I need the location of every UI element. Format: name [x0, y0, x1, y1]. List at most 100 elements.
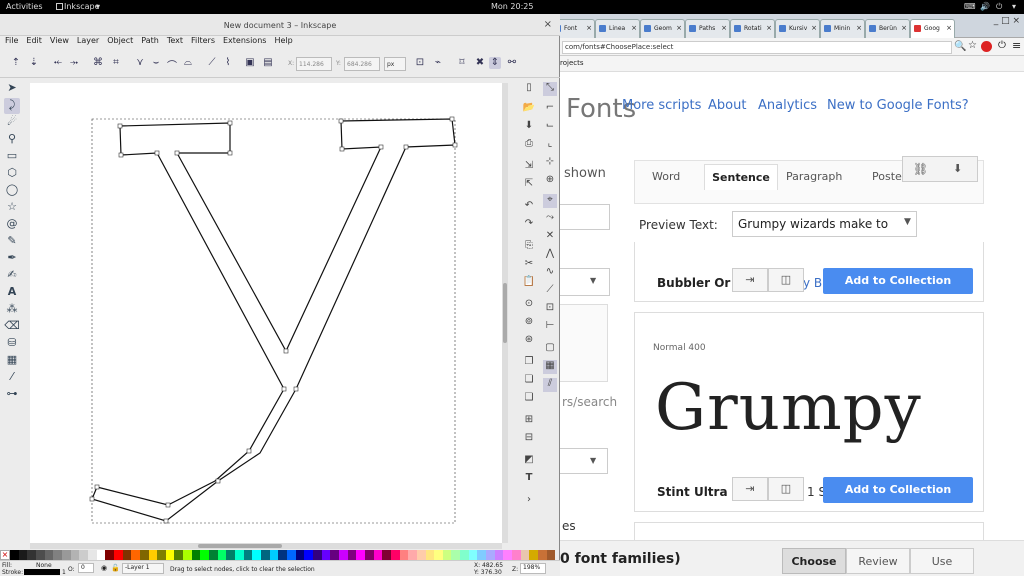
close-window-icon[interactable]: × [1012, 16, 1020, 26]
zoom-page-icon[interactable]: ⊛ [522, 334, 536, 348]
color-swatch[interactable] [261, 550, 270, 560]
color-swatch[interactable] [27, 550, 36, 560]
color-swatch[interactable] [503, 550, 513, 560]
color-swatch[interactable] [174, 550, 184, 560]
snap-bbox-edge-icon[interactable]: ⌙ [543, 120, 557, 134]
color-swatch[interactable] [477, 550, 487, 560]
snap-midpoints-icon[interactable]: ⟋ [543, 284, 557, 298]
quick-use-icon[interactable]: ⇥ [732, 268, 768, 292]
snap-bbox-icon[interactable]: ⌐ [543, 102, 557, 116]
color-swatch[interactable] [434, 550, 443, 560]
color-swatch[interactable] [416, 550, 426, 560]
color-swatch[interactable] [18, 550, 28, 560]
selector-tool-icon[interactable]: ➤ [4, 81, 20, 97]
clone-icon[interactable]: ❏ [522, 374, 536, 388]
show-mask-icon[interactable]: ⌑ [456, 57, 468, 69]
color-swatch[interactable] [53, 550, 62, 560]
nav-new-to-google-fonts[interactable]: New to Google Fonts? [827, 98, 969, 113]
group-icon[interactable]: ⊞ [522, 414, 536, 428]
dropdown-arrow-icon[interactable]: ▼ [590, 456, 596, 465]
snap-bbox-center-icon[interactable]: ⊕ [543, 174, 557, 188]
paste-icon[interactable]: 📋 [522, 276, 536, 290]
show-outline-icon[interactable]: ⇕ [489, 57, 501, 69]
link-icon[interactable]: ⛓ [913, 162, 928, 176]
eraser-tool-icon[interactable]: ⌫ [4, 319, 20, 335]
vertical-scrollbar[interactable] [502, 83, 508, 543]
horizontal-scroll-thumb[interactable] [198, 544, 282, 548]
close-tab-icon[interactable]: × [856, 24, 862, 32]
keyboard-icon[interactable]: ⌨ [964, 2, 976, 11]
color-swatch[interactable] [312, 550, 322, 560]
color-swatch[interactable] [209, 550, 218, 560]
no-paint-swatch[interactable]: × [0, 550, 10, 560]
nav-more-scripts[interactable]: More scripts [622, 98, 701, 113]
pop-out-icon[interactable]: ◫ [768, 477, 804, 501]
node-tool-icon[interactable]: ⤸ [4, 98, 20, 114]
dropdown-arrow-icon[interactable]: ▼ [904, 217, 911, 227]
menu-layer[interactable]: Layer [77, 36, 99, 45]
color-swatch[interactable] [295, 550, 305, 560]
color-swatch[interactable] [191, 550, 201, 560]
next-path-effect-icon[interactable]: ⚯ [506, 57, 518, 69]
gradient-tool-icon[interactable]: ▦ [4, 353, 20, 369]
review-step[interactable]: Review [846, 548, 910, 574]
color-swatch[interactable] [235, 550, 244, 560]
browser-tab[interactable]: Berün × [865, 19, 910, 38]
color-swatch[interactable] [373, 550, 383, 560]
color-swatch[interactable] [87, 550, 97, 560]
color-swatch[interactable] [287, 550, 296, 560]
save-icon[interactable]: ⬇ [522, 120, 536, 134]
tab-poster[interactable]: Poste [872, 164, 902, 190]
3d-box-tool-icon[interactable]: ⬡ [4, 166, 20, 182]
tweak-tool-icon[interactable]: ☄ [4, 115, 20, 131]
volume-icon[interactable]: 🔊 [980, 2, 990, 11]
color-swatch[interactable] [105, 550, 114, 560]
color-swatch[interactable] [425, 550, 435, 560]
rectangle-tool-icon[interactable]: ▭ [4, 149, 20, 165]
browser-tab-active[interactable]: Goog × [910, 19, 955, 38]
break-path-icon[interactable]: ⤞ [68, 57, 80, 69]
menu-filters[interactable]: Filters [191, 36, 215, 45]
color-swatch[interactable] [61, 550, 71, 560]
stroke-width-value[interactable]: 1 [62, 569, 66, 576]
browser-tab[interactable]: Paths × [685, 19, 730, 38]
close-tab-icon[interactable]: × [676, 24, 682, 32]
layer-select[interactable]: -Layer 1 [122, 563, 164, 574]
snap-centers-icon[interactable]: ⊡ [543, 302, 557, 316]
color-swatch[interactable] [35, 550, 45, 560]
calligraphy-tool-icon[interactable]: ✍ [4, 268, 20, 284]
snap-bbox-midpoint-icon[interactable]: ⊹ [543, 156, 557, 170]
color-swatch[interactable] [304, 550, 313, 560]
close-tab-icon[interactable]: × [946, 24, 952, 32]
extension-icon[interactable] [981, 41, 992, 52]
color-swatch[interactable] [148, 550, 158, 560]
text-tool-icon[interactable]: A [4, 285, 20, 301]
spray-tool-icon[interactable]: ⁂ [4, 302, 20, 318]
cusp-node-icon[interactable]: ⋎ [134, 57, 146, 69]
color-swatch[interactable] [139, 550, 149, 560]
filter-select-partial[interactable] [560, 268, 610, 296]
add-to-collection-button[interactable]: Add to Collection [823, 477, 973, 503]
color-swatch[interactable] [408, 550, 417, 560]
close-tab-icon[interactable]: × [766, 24, 772, 32]
minimize-icon[interactable]: _ [994, 16, 999, 26]
snap-bbox-corner-icon[interactable]: ⌞ [543, 138, 557, 152]
color-swatch[interactable] [364, 550, 374, 560]
bookmark-item[interactable]: rojects [560, 59, 584, 67]
redo-icon[interactable]: ↷ [522, 218, 536, 232]
smooth-node-icon[interactable]: ⌣ [150, 57, 162, 69]
import-icon[interactable]: ⇲ [522, 160, 536, 174]
color-swatch[interactable] [217, 550, 227, 560]
color-swatch[interactable] [79, 550, 88, 560]
fill-stroke-icon[interactable]: ◩ [522, 454, 536, 468]
zoom-field[interactable]: 198% [520, 563, 546, 574]
color-swatch[interactable] [338, 550, 348, 560]
menu-edit[interactable]: Edit [26, 36, 42, 45]
snap-toggle-icon[interactable]: ⤡ [543, 82, 557, 96]
layer-visibility-icon[interactable]: ◉ [101, 564, 107, 572]
color-swatch[interactable] [546, 550, 556, 560]
tab-sentence[interactable]: Sentence [704, 164, 778, 190]
tab-paragraph[interactable]: Paragraph [786, 164, 842, 190]
app-menu[interactable]: Inkscape [64, 2, 100, 11]
print-icon[interactable]: ⎙ [522, 138, 536, 152]
